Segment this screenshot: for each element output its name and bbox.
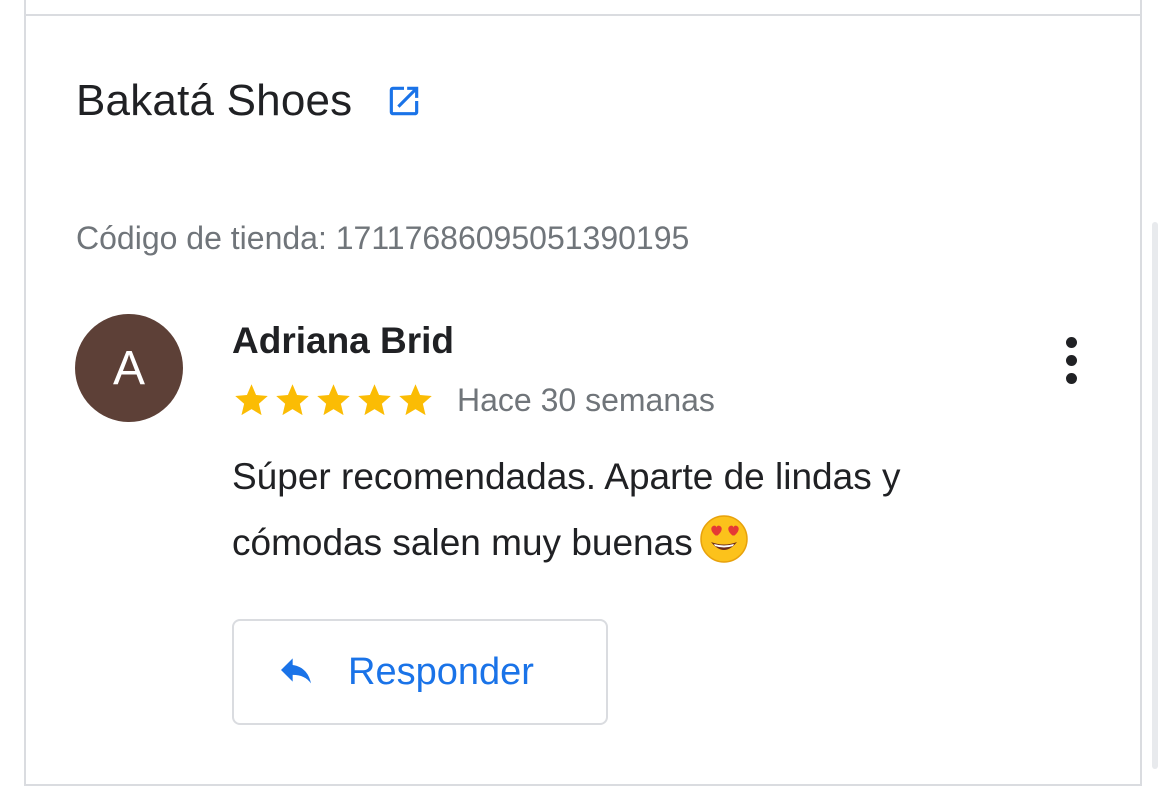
review-text: Súper recomendadas. Aparte de lindas y c…	[232, 444, 1052, 576]
star-icon	[235, 383, 268, 415]
review-time: Hace 30 semanas	[457, 381, 715, 418]
store-code: Código de tienda: 17117686095051390195	[76, 220, 690, 256]
more-vert-icon-dot	[1065, 372, 1077, 384]
star-icon	[399, 383, 432, 415]
reply-button[interactable]: Responder	[232, 619, 608, 725]
star-icon	[276, 383, 309, 415]
heart-eyes-emoji-icon	[699, 514, 749, 564]
star-rating	[232, 381, 435, 420]
top-divider	[24, 14, 1142, 16]
store-header: Bakatá Shoes	[76, 70, 424, 132]
store-name: Bakatá Shoes	[76, 76, 353, 125]
reviewer-name[interactable]: Adriana Brid	[232, 320, 454, 362]
reply-icon	[274, 650, 318, 695]
star-icon	[317, 383, 350, 415]
scrollbar[interactable]	[1152, 222, 1158, 769]
more-vert-icon-dot	[1065, 354, 1077, 366]
avatar-initial: A	[112, 341, 145, 395]
more-options-button[interactable]	[1046, 330, 1096, 390]
more-vert-icon-dot	[1065, 336, 1077, 348]
reply-label: Responder	[348, 650, 534, 693]
avatar: A	[75, 314, 183, 422]
open-in-new-icon[interactable]	[384, 81, 424, 121]
star-icon	[358, 383, 391, 415]
review-body: Súper recomendadas. Aparte de lindas y c…	[232, 456, 901, 563]
rating-row: Hace 30 semanas	[232, 378, 715, 422]
